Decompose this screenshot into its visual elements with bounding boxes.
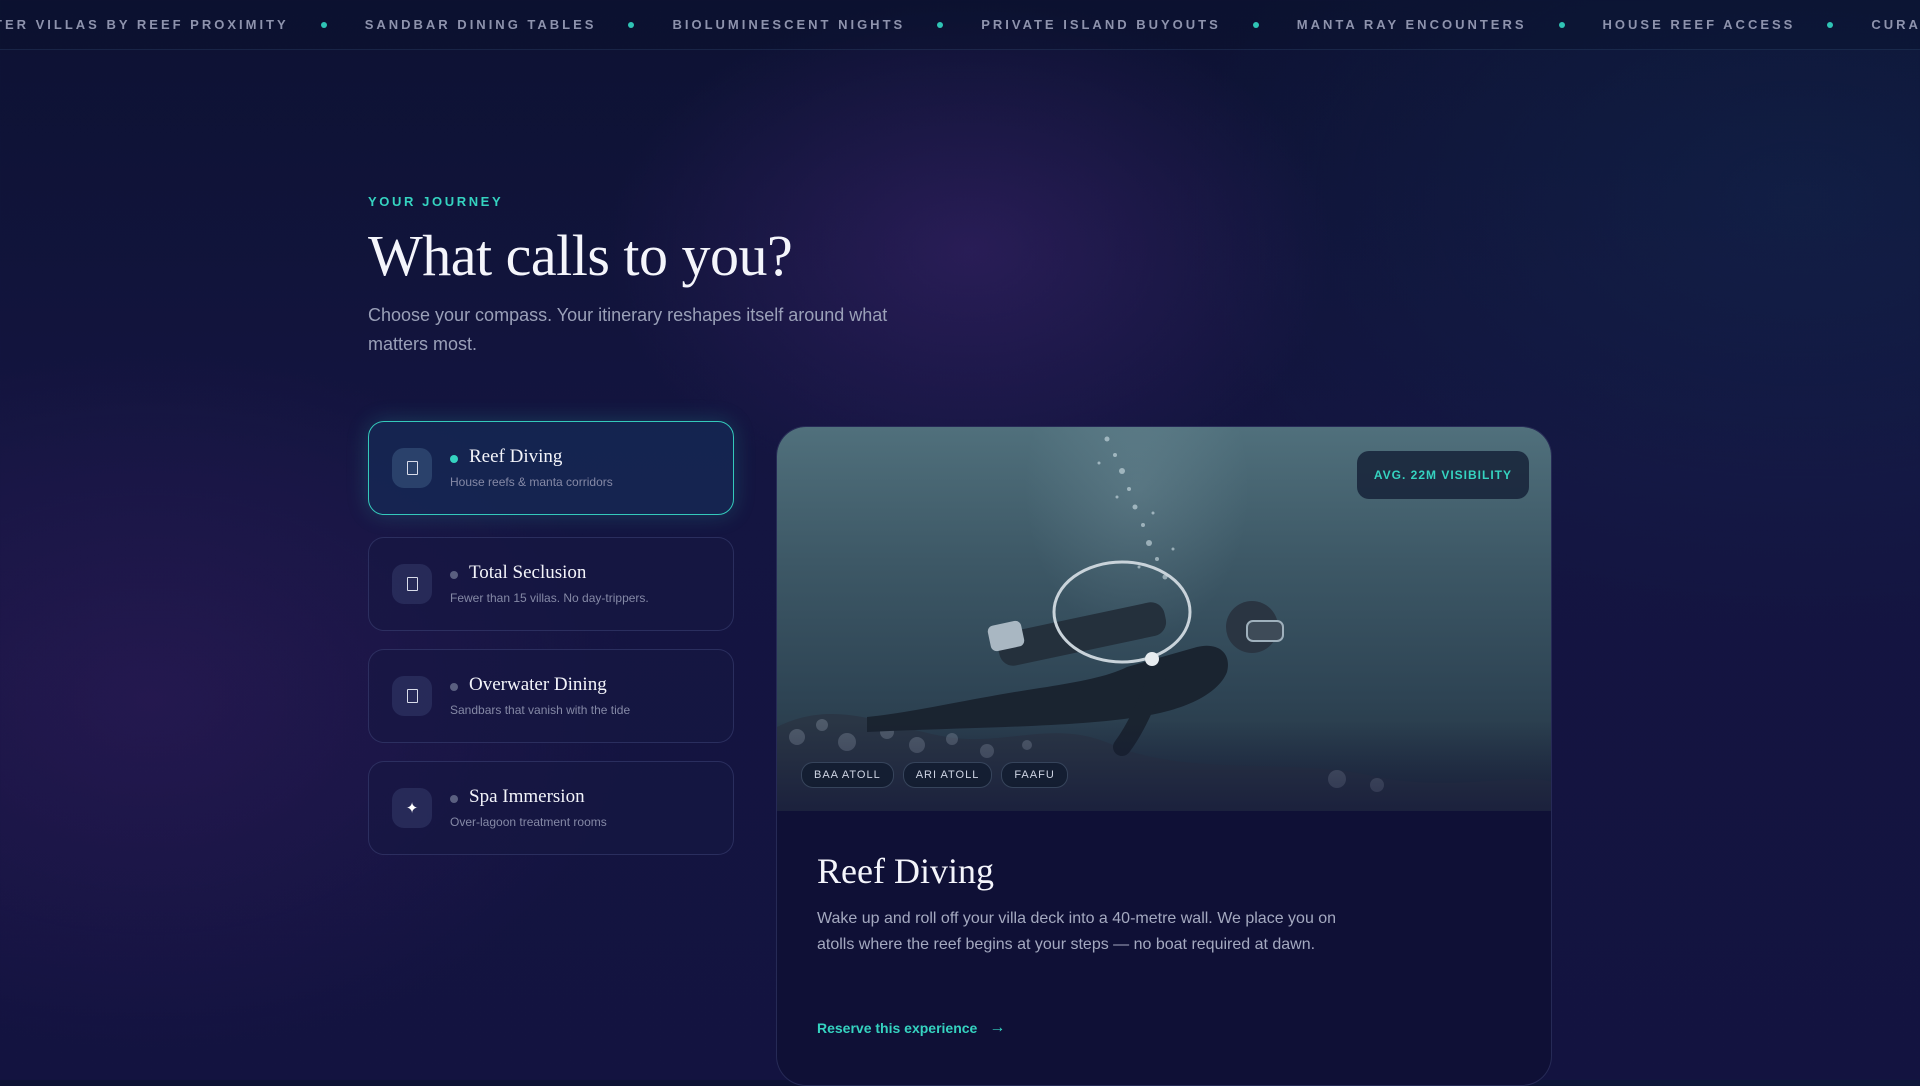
ticker-item: CURATED BY ATOLL bbox=[1871, 17, 1920, 32]
option-title: Total Seclusion bbox=[469, 562, 587, 583]
atoll-tags: BAA ATOLL ARI ATOLL FAAFU bbox=[801, 762, 1068, 788]
ticker-item: SANDBAR DINING TABLES bbox=[365, 17, 673, 32]
dot-separator-icon bbox=[1558, 21, 1565, 28]
sparkle-icon: ✦ bbox=[392, 788, 432, 828]
dot-separator-icon bbox=[1252, 21, 1259, 28]
dot-separator-icon bbox=[937, 21, 944, 28]
ticker-item: TER VILLAS BY REEF PROXIMITY bbox=[0, 17, 365, 32]
feature-title: Reef Diving bbox=[817, 851, 994, 891]
page-title: What calls to you? bbox=[368, 223, 793, 288]
doc-icon bbox=[392, 564, 432, 604]
tag-ari-atoll[interactable]: ARI ATOLL bbox=[902, 762, 993, 788]
indicator-dot bbox=[450, 571, 458, 579]
ticker-item-label: MANTA RAY ENCOUNTERS bbox=[1296, 17, 1527, 32]
option-spa-immersion[interactable]: ✦ Spa Immersion Over-lagoon treatment ro… bbox=[368, 761, 734, 855]
ticker-item-label: CURATED BY ATOLL bbox=[1871, 17, 1920, 32]
ticker-track: TER VILLAS BY REEF PROXIMITY SANDBAR DIN… bbox=[0, 0, 1920, 49]
ticker-item: MANTA RAY ENCOUNTERS bbox=[1297, 17, 1603, 32]
indicator-dot bbox=[450, 795, 458, 803]
option-total-seclusion[interactable]: Total Seclusion Fewer than 15 villas. No… bbox=[368, 537, 734, 631]
ticker-item-label: TER VILLAS BY REEF PROXIMITY bbox=[0, 17, 289, 32]
ticker-item-label: HOUSE REEF ACCESS bbox=[1602, 17, 1796, 32]
option-subtitle: Over-lagoon treatment rooms bbox=[450, 815, 607, 829]
section-eyebrow: YOUR JOURNEY bbox=[368, 194, 504, 209]
option-title: Spa Immersion bbox=[469, 786, 585, 807]
option-subtitle: Fewer than 15 villas. No day-trippers. bbox=[450, 591, 649, 605]
active-indicator-dot bbox=[450, 455, 458, 463]
doc-icon bbox=[392, 448, 432, 488]
option-title: Reef Diving bbox=[469, 446, 563, 467]
feature-description: Wake up and roll off your villa deck int… bbox=[817, 910, 1337, 953]
ticker-item: PRIVATE ISLAND BUYOUTS bbox=[981, 17, 1297, 32]
marquee-ticker: TER VILLAS BY REEF PROXIMITY SANDBAR DIN… bbox=[0, 0, 1920, 50]
option-subtitle: Sandbars that vanish with the tide bbox=[450, 703, 631, 717]
dot-separator-icon bbox=[320, 21, 327, 28]
dot-separator-icon bbox=[1827, 21, 1834, 28]
option-reef-diving[interactable]: Reef Diving House reefs & manta corridor… bbox=[368, 421, 734, 515]
dot-separator-icon bbox=[628, 21, 635, 28]
option-title: Overwater Dining bbox=[469, 674, 607, 695]
diver-photo: AVG. 22M VISIBILITY BAA ATOLL ARI ATOLL … bbox=[777, 427, 1551, 811]
ticker-item: BIOLUMINESCENT NIGHTS bbox=[672, 17, 981, 32]
ticker-item-label: SANDBAR DINING TABLES bbox=[364, 17, 597, 32]
visibility-badge: AVG. 22M VISIBILITY bbox=[1356, 451, 1529, 499]
indicator-dot bbox=[450, 683, 458, 691]
arrow-right-icon: → bbox=[989, 1019, 1006, 1036]
ticker-item: HOUSE REEF ACCESS bbox=[1603, 17, 1872, 32]
option-subtitle: House reefs & manta corridors bbox=[450, 475, 613, 489]
feature-card: AVG. 22M VISIBILITY BAA ATOLL ARI ATOLL … bbox=[776, 426, 1552, 1086]
tag-baa-atoll[interactable]: BAA ATOLL bbox=[801, 762, 894, 788]
doc-icon bbox=[392, 676, 432, 716]
ticker-item-label: PRIVATE ISLAND BUYOUTS bbox=[981, 17, 1221, 32]
tag-faafu[interactable]: FAAFU bbox=[1001, 762, 1068, 788]
option-overwater-dining[interactable]: Overwater Dining Sandbars that vanish wi… bbox=[368, 649, 734, 743]
ticker-item-label: BIOLUMINESCENT NIGHTS bbox=[672, 17, 906, 32]
cta-label: Reserve this experience bbox=[817, 1020, 978, 1036]
reserve-experience-link[interactable]: Reserve this experience → bbox=[817, 1019, 1005, 1037]
intro-text: Choose your compass. Your itinerary resh… bbox=[368, 305, 888, 354]
